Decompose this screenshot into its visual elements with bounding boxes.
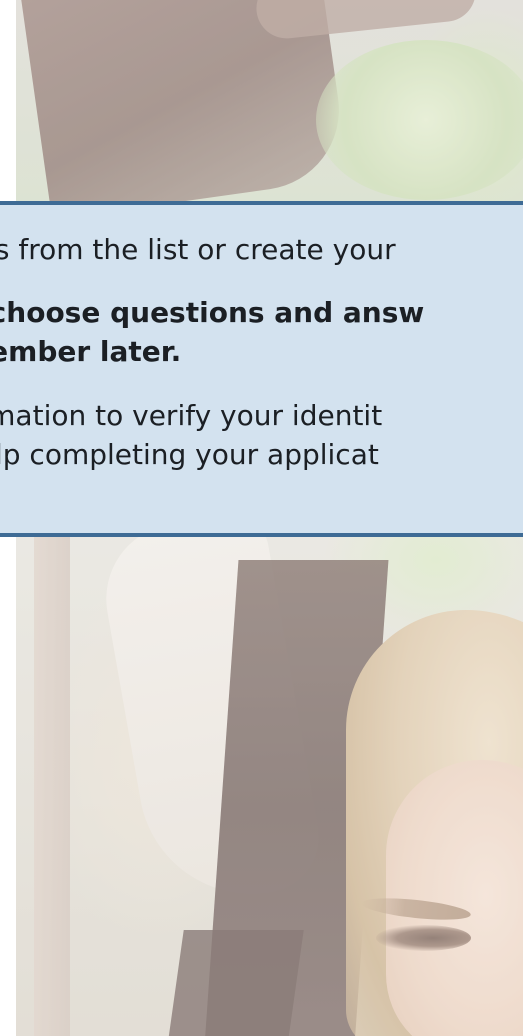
notice-line-5: help completing your applicat xyxy=(0,438,379,471)
notice-line-3-bold: member later. xyxy=(0,335,182,368)
notice-line-4: ormation to verify your identit xyxy=(0,399,383,432)
security-questions-notice: ons from the list or create your u choos… xyxy=(0,201,523,537)
notice-line-1: ons from the list or create your xyxy=(0,233,396,266)
notice-line-2-bold: u choose questions and answ xyxy=(0,296,425,329)
screen: ons from the list or create your u choos… xyxy=(0,0,523,1036)
